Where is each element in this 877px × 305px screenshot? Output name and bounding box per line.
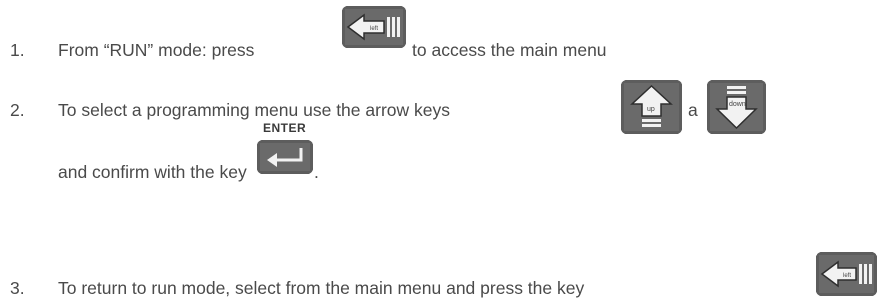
- enter-key-icon: [257, 140, 313, 174]
- left-key-icon: left: [816, 252, 877, 296]
- step-text-line2: and confirm with the key: [58, 162, 247, 182]
- left-key-icon: left: [342, 6, 406, 48]
- step-number: 3.: [10, 278, 25, 298]
- down-key-label: down: [729, 101, 746, 108]
- step-text: From “RUN” mode: press: [58, 40, 255, 60]
- up-key-label: up: [647, 106, 655, 113]
- connector-text: a: [688, 100, 698, 120]
- down-key-icon: down: [707, 80, 766, 134]
- step-text: To select a programming menu use the arr…: [58, 100, 450, 120]
- step-text: To return to run mode, select from the m…: [58, 278, 585, 298]
- step-text-after: to access the main menu: [412, 40, 607, 60]
- enter-key-label: ENTER: [263, 121, 307, 135]
- left-key-label: left: [843, 273, 851, 279]
- step-number: 1.: [10, 40, 25, 60]
- step-end-punct: .: [314, 162, 319, 182]
- left-key-label: left: [370, 26, 378, 32]
- step-number: 2.: [10, 100, 25, 120]
- up-key-icon: up: [621, 80, 682, 134]
